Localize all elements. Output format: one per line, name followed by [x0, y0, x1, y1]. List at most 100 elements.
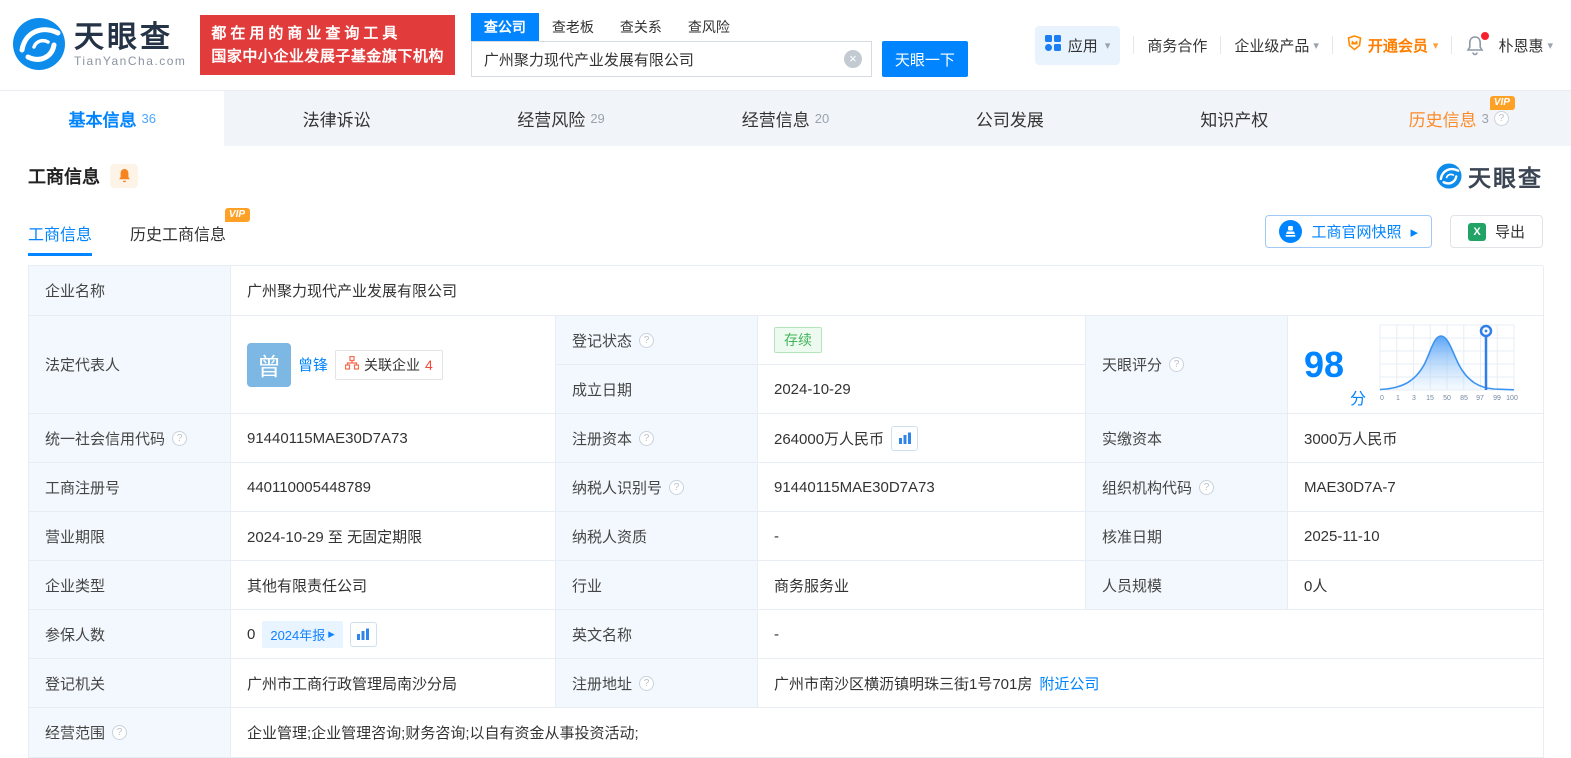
- chevron-down-icon: ▾: [1432, 39, 1439, 52]
- search-tab-boss[interactable]: 查老板: [539, 13, 607, 41]
- related-companies-badge[interactable]: 关联企业 4: [335, 349, 443, 380]
- company-type-value: 其他有限责任公司: [231, 561, 556, 610]
- excel-icon: X: [1467, 222, 1486, 241]
- header: 天眼查 TianYanCha.com 都在用的商业查询工具 国家中小企业发展子基…: [0, 0, 1571, 90]
- arrow-right-icon: ▸: [328, 626, 335, 641]
- score-distribution-chart: 0 1 3 15 50 85 97 99 100: [1376, 321, 1518, 409]
- search-tab-company[interactable]: 查公司: [470, 13, 539, 41]
- vip-membership-button[interactable]: 开通会员 ▾: [1346, 35, 1439, 56]
- tab-history-info[interactable]: VIP 历史信息 3 ?: [1347, 91, 1571, 146]
- apps-menu-button[interactable]: 应用 ▾: [1034, 25, 1121, 65]
- reg-status-value: 存续: [758, 316, 1086, 365]
- help-icon[interactable]: ?: [1199, 479, 1215, 495]
- search-input[interactable]: [470, 41, 872, 77]
- approval-date-value: 2025-11-10: [1288, 512, 1544, 561]
- stamp-icon: [1279, 220, 1303, 243]
- reg-authority-value: 广州市工商行政管理局南沙分局: [231, 659, 556, 708]
- tab-operating-info[interactable]: 经营信息 20: [673, 91, 897, 146]
- search-tabs: 查公司 查老板 查关系 查风险: [470, 13, 968, 41]
- clear-search-icon[interactable]: ×: [843, 50, 862, 68]
- header-right-nav: 应用 ▾ 商务合作 企业级产品 ▾ 开通会员 ▾ 朴恩惠 ▾: [1034, 25, 1553, 65]
- export-button[interactable]: X 导出: [1449, 215, 1543, 248]
- svg-text:50: 50: [1443, 395, 1451, 402]
- help-icon[interactable]: ?: [172, 430, 188, 446]
- legal-rep-name-link[interactable]: 曾锋: [298, 354, 328, 375]
- business-info-table: 企业名称 广州聚力现代产业发展有限公司 法定代表人 曾 曾锋 关联企业 4 登记…: [28, 265, 1544, 758]
- org-code-label: 组织机构代码?: [1086, 463, 1288, 512]
- insured-count-label: 参保人数: [29, 610, 231, 659]
- paid-capital-value: 3000万人民币: [1288, 414, 1544, 463]
- score-label: 天眼评分?: [1086, 316, 1288, 414]
- org-chart-icon: [344, 355, 360, 373]
- english-name-label: 英文名称: [556, 610, 758, 659]
- reg-status-label: 登记状态?: [556, 316, 758, 365]
- capital-chart-icon[interactable]: [891, 425, 919, 451]
- user-menu[interactable]: 朴恩惠 ▾: [1498, 35, 1553, 56]
- search-area: 查公司 查老板 查关系 查风险 × 天眼一下: [470, 13, 968, 77]
- chevron-down-icon: ▾: [1313, 39, 1319, 52]
- help-icon[interactable]: ?: [1169, 357, 1185, 372]
- legal-rep-avatar[interactable]: 曾: [247, 342, 291, 387]
- subtab-business-info[interactable]: 工商信息: [28, 221, 93, 256]
- official-snapshot-button[interactable]: 工商官网快照 ▸: [1265, 215, 1432, 248]
- divider: [1220, 36, 1222, 54]
- approval-date-label: 核准日期: [1086, 512, 1288, 561]
- search-tab-relation[interactable]: 查关系: [607, 13, 675, 41]
- business-term-label: 营业期限: [29, 512, 231, 561]
- paid-capital-label: 实缴资本: [1086, 414, 1288, 463]
- company-type-label: 企业类型: [29, 561, 231, 610]
- nearby-companies-link[interactable]: 附近公司: [1039, 673, 1099, 694]
- monitor-bell-icon[interactable]: [110, 164, 138, 188]
- search-tab-risk[interactable]: 查风险: [675, 13, 743, 41]
- insured-count-value: 0 2024年报 ▸: [231, 610, 556, 659]
- staff-size-value: 0人: [1288, 561, 1544, 610]
- help-icon[interactable]: ?: [639, 332, 655, 348]
- divider: [1133, 36, 1135, 54]
- help-icon[interactable]: ?: [639, 675, 655, 691]
- arrow-right-icon: ▸: [1410, 223, 1418, 241]
- vip-badge: VIP: [224, 208, 251, 222]
- help-icon[interactable]: ?: [669, 479, 685, 495]
- establish-date-label: 成立日期: [556, 365, 758, 414]
- establish-date-value: 2024-10-29: [758, 365, 1086, 414]
- chevron-down-icon: ▾: [1104, 39, 1111, 52]
- help-icon[interactable]: ?: [1493, 111, 1509, 126]
- notification-dot: [1481, 31, 1490, 40]
- tab-company-development[interactable]: 公司发展: [898, 91, 1122, 146]
- business-scope-label: 经营范围?: [29, 708, 231, 758]
- score-number: 98: [1304, 343, 1345, 385]
- svg-text:99: 99: [1493, 395, 1501, 402]
- tab-legal-proceedings[interactable]: 法律诉讼: [224, 91, 448, 146]
- org-code-value: MAE30D7A-7: [1288, 463, 1544, 512]
- industry-value: 商务服务业: [758, 561, 1086, 610]
- enterprise-products-link[interactable]: 企业级产品 ▾: [1234, 35, 1319, 56]
- section-title: 工商信息: [28, 167, 100, 187]
- uscc-label: 统一社会信用代码?: [29, 414, 231, 463]
- help-icon[interactable]: ?: [639, 430, 655, 446]
- search-button[interactable]: 天眼一下: [881, 41, 968, 77]
- svg-text:3: 3: [1412, 395, 1416, 402]
- divider: [1331, 36, 1333, 54]
- annual-report-badge[interactable]: 2024年报 ▸: [262, 620, 343, 648]
- status-badge: 存续: [774, 327, 822, 353]
- tianyancha-logo-icon: [12, 17, 66, 74]
- divider: [1451, 36, 1453, 54]
- taxpayer-id-value: 91440115MAE30D7A73: [758, 463, 1086, 512]
- reg-capital-label: 注册资本?: [556, 414, 758, 463]
- reg-capital-value: 264000万人民币: [758, 414, 1086, 463]
- tab-operating-risk[interactable]: 经营风险 29: [449, 91, 673, 146]
- legal-rep-label: 法定代表人: [29, 316, 231, 414]
- tab-basic-info[interactable]: 基本信息 36: [0, 91, 225, 146]
- svg-text:97: 97: [1476, 395, 1484, 402]
- tab-intellectual-property[interactable]: 知识产权: [1122, 91, 1346, 146]
- business-cooperation-link[interactable]: 商务合作: [1147, 35, 1207, 56]
- crown-icon: [1346, 35, 1363, 55]
- help-icon[interactable]: ?: [112, 725, 128, 740]
- subtab-history-business-info[interactable]: 历史工商信息 VIP: [130, 208, 251, 256]
- tianyancha-logo[interactable]: 天眼查 TianYanCha.com: [12, 17, 186, 74]
- notifications-bell-icon[interactable]: [1465, 31, 1490, 56]
- insured-chart-icon[interactable]: [349, 621, 377, 647]
- brand-slogan: 都在用的商业查询工具 国家中小企业发展子基金旗下机构: [200, 14, 455, 76]
- tianyancha-logo-text: 天眼查 TianYanCha.com: [74, 21, 187, 68]
- business-scope-value: 企业管理;企业管理咨询;财务咨询;以自有资金从事投资活动;: [231, 708, 1544, 758]
